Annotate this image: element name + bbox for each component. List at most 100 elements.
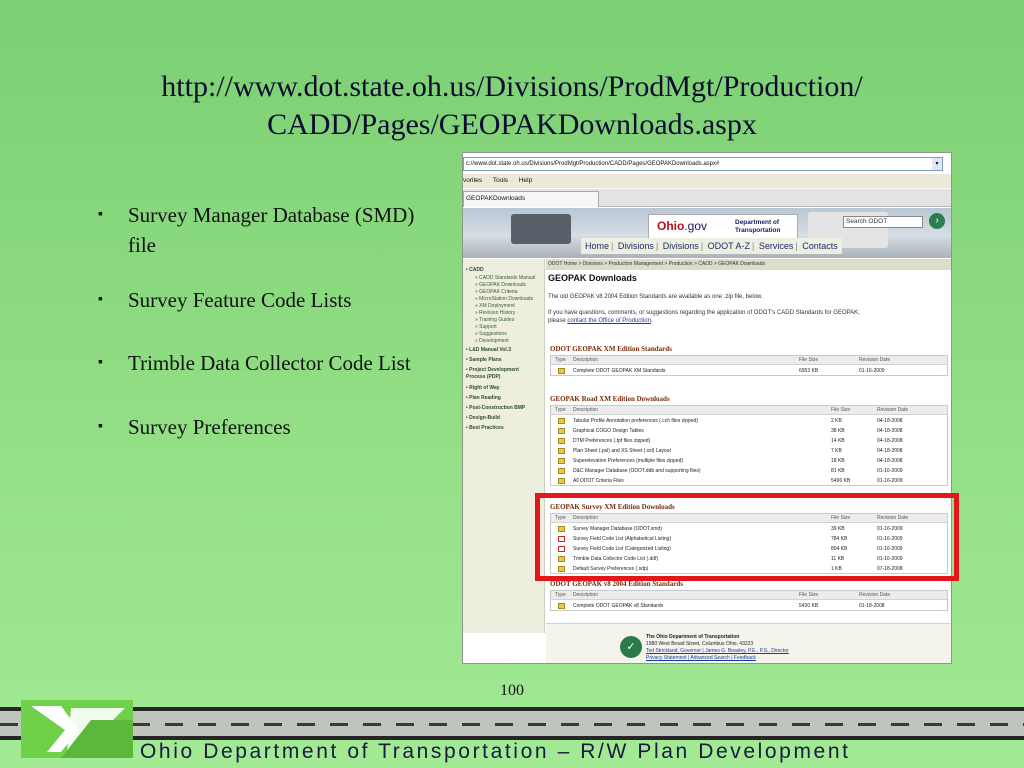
nav-contacts[interactable]: Contacts [802,241,838,251]
odot-logo-icon: ✓ [620,636,642,658]
left-nav-item[interactable]: » MicroStation Downloads [475,296,533,302]
contact-link[interactable]: contact the Office of Production [567,318,651,324]
bullet-item: ▪ Survey Manager Database (SMD) file [96,200,436,260]
browser-tab[interactable]: GEOPAKDownloads [463,191,599,207]
footer-officials-links[interactable]: Ted Strickland, Governor | James G. Beas… [646,648,789,655]
table-row[interactable]: D&C Manager Database (ODOT.ddb and suppo… [551,466,947,476]
menu-favorites[interactable]: vorites [463,177,482,184]
file-description[interactable]: DTM Preferences (.tpf files zipped) [573,436,650,446]
file-description[interactable]: Graphical COGO Design Tables [573,426,644,436]
left-nav-item[interactable]: » XM Deployment [475,303,515,309]
question-text: If you have questions, comments, or sugg… [548,310,860,324]
nav-services[interactable]: Services [759,241,794,251]
column-header: Revision Date [859,592,891,598]
truck-image-left [511,214,571,244]
left-nav-item[interactable]: » CADD Standards Manual [475,275,535,281]
revision-date: 01-18-2008 [859,603,885,609]
column-header: Description [573,357,599,363]
bullet-item: ▪ Survey Feature Code Lists [96,285,436,315]
nav-home[interactable]: Home [585,241,609,251]
zip-folder-icon[interactable] [558,418,565,424]
column-header: Type [555,357,566,363]
menu-bar: vorites Tools Help [463,174,951,188]
column-header: Type [555,407,566,413]
file-description[interactable]: All ODOT Criteria Files [573,476,624,486]
left-nav-item[interactable]: • L&D Manual Vol.3 [466,347,511,353]
footer-links[interactable]: Privacy Statement | Advanced Search | Fe… [646,655,789,662]
slide-title-line-2: CADD/Pages/GEOPAKDownloads.aspx [267,108,757,141]
nav-odot-a-z[interactable]: ODOT A-Z [708,241,750,251]
column-header: File Size [799,592,819,598]
zip-folder-icon[interactable] [558,458,565,464]
left-nav-item[interactable]: » GEOPAK Criteria [475,289,517,295]
zip-folder-icon[interactable] [558,468,565,474]
file-size: 18 KB [831,458,845,464]
table-row[interactable]: DTM Preferences (.tpf files zipped) 14 KB… [551,436,947,446]
zip-folder-icon[interactable] [558,603,565,609]
column-header: Revision Date [859,357,891,363]
address-dropdown-icon[interactable]: ▾ [932,158,942,170]
left-nav-item[interactable]: • Right of Way [466,385,500,391]
file-description[interactable]: Plan Sheet (.psl) and XS Sheet (.xsl) La… [573,446,671,456]
zip-folder-icon[interactable] [558,448,565,454]
left-nav-item[interactable]: • CADD [466,267,484,273]
left-nav-item[interactable]: Process (PDP) [466,374,500,380]
revision-date: 04-18-2008 [877,418,903,424]
bullet-item: ▪ Survey Preferences [96,412,436,442]
dept-name: Department of Transportation [735,219,781,234]
left-nav-item[interactable]: » GEOPAK Downloads [475,282,526,288]
left-nav-item[interactable]: » Suggestions [475,331,507,337]
highlight-box [535,493,959,581]
file-description[interactable]: Tabular Profile Annotation preferences (… [573,416,698,426]
table-row[interactable]: Complete ODOT GEOPAK v8 Standards 5430 KB… [551,601,947,611]
section-title: ODOT GEOPAK XM Edition Standards [550,345,672,353]
file-size: 2 KB [831,418,842,424]
left-navigation: • CADD » CADD Standards Manual» GEOPAK Do… [463,259,545,633]
footer-text: The Ohio Department of Transportation 19… [646,634,789,662]
nav-divisions[interactable]: Divisions [618,241,654,251]
search-go-icon[interactable]: › [929,213,945,229]
left-nav-item[interactable]: » Support [475,324,497,330]
table-row[interactable]: Plan Sheet (.psl) and XS Sheet (.xsl) La… [551,446,947,456]
file-description[interactable]: Complete ODOT GEOPAK XM Standards [573,366,665,376]
left-nav-item[interactable]: • Design-Build [466,415,500,421]
bullet-list: ▪ Survey Manager Database (SMD) file ▪ Sur… [96,200,436,442]
bullet-text: Survey Manager Database (SMD) file [128,203,415,257]
file-size: 7 KB [831,448,842,454]
bullet-icon: ▪ [98,419,103,434]
intro-text: The old GEOPAK v8 2004 Edition Standards… [548,294,763,300]
revision-date: 04-18-2008 [877,458,903,464]
bullet-text: Trimble Data Collector Code List [128,351,411,375]
zip-folder-icon[interactable] [558,428,565,434]
zip-folder-icon[interactable] [558,368,565,374]
left-nav-item[interactable]: • Post-Construction BMP [466,405,525,411]
table-row[interactable]: Superelevation Preferences (multiple fil… [551,456,947,466]
menu-tools[interactable]: Tools [493,177,508,184]
table-row[interactable]: Complete ODOT GEOPAK XM Standards 6953 KB… [551,366,947,376]
nav-divisions-2[interactable]: Divisions [663,241,699,251]
file-description[interactable]: D&C Manager Database (ODOT.ddb and suppo… [573,466,701,476]
zip-folder-icon[interactable] [558,478,565,484]
breadcrumb: ODOT Home > Divisions > Production Manag… [546,259,951,270]
menu-help[interactable]: Help [519,177,532,184]
site-search-input[interactable]: Search ODOT [843,216,923,228]
column-header: File Size [799,357,819,363]
ohio-gov-logo[interactable]: Ohio.gov Department of Transportation [648,214,798,240]
left-nav-item[interactable]: • Plan Reading [466,395,501,401]
page-title: GEOPAK Downloads [548,273,637,283]
file-description[interactable]: Superelevation Preferences (multiple fil… [573,456,683,466]
downloads-table: Type Description File Size Revision Date Com… [550,590,948,611]
address-bar[interactable]: c://www.dot.state.oh.us/Divisions/ProdMg… [463,157,943,171]
left-nav-item[interactable]: » Development [475,338,509,344]
zip-folder-icon[interactable] [558,438,565,444]
table-row[interactable]: Tabular Profile Annotation preferences (… [551,416,947,426]
table-row[interactable]: Graphical COGO Design Tables 38 KB 04-18-2… [551,426,947,436]
left-nav-item[interactable]: » Training Guides [475,317,514,323]
file-description[interactable]: Complete ODOT GEOPAK v8 Standards [573,601,663,611]
left-nav-item[interactable]: • Best Practices [466,425,504,431]
left-nav-item[interactable]: • Project Development [466,367,519,373]
road-stripe [0,707,1024,740]
left-nav-item[interactable]: » Revision History [475,310,515,316]
table-row[interactable]: All ODOT Criteria Files 5496 KB 01-16-2009 [551,476,947,486]
left-nav-item[interactable]: • Sample Plans [466,357,502,363]
